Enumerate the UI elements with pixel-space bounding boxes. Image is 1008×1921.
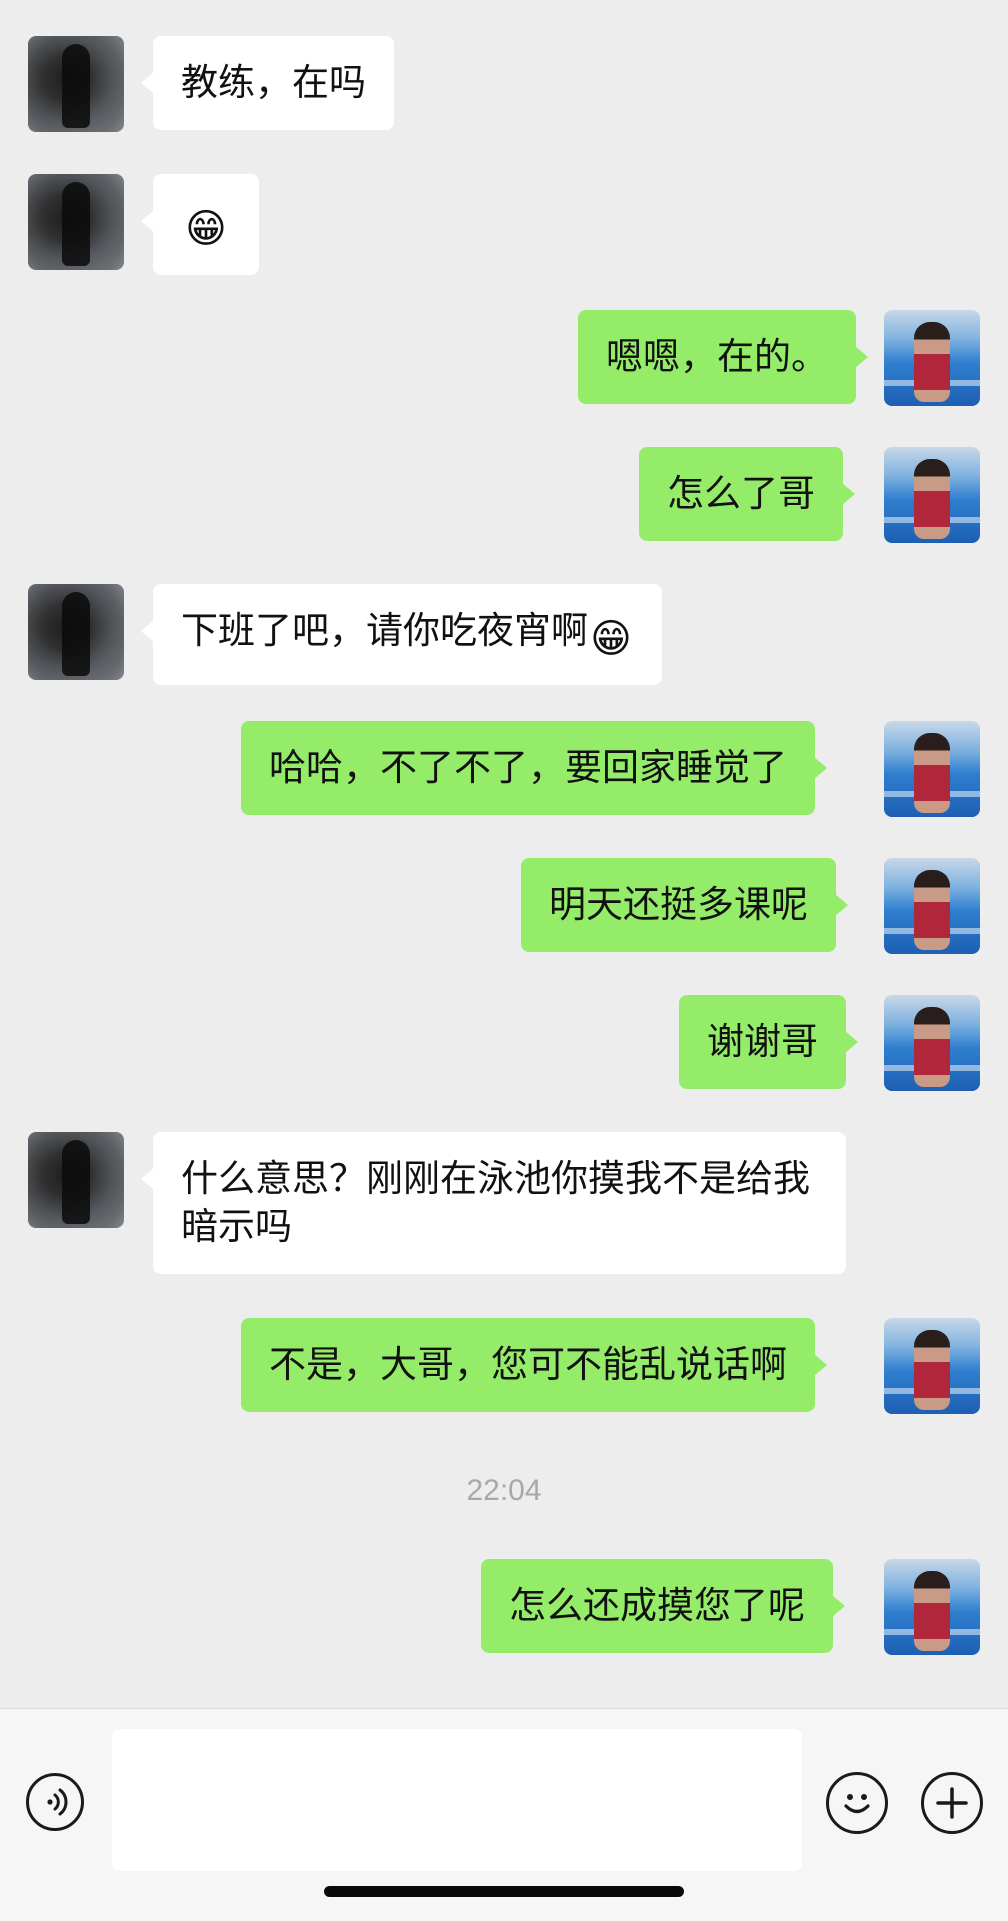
emoji-icon [844,1794,870,1814]
message-text: 怎么还成摸您了呢 [509,1585,805,1626]
message-bubble-sent[interactable]: 怎么还成摸您了呢 [481,1559,845,1653]
chat-area: 教练，在吗 😁 嗯嗯，在的。 怎么了哥 下班了吧，请你吃夜宵啊😁 哈哈，不了不了… [0,0,1008,1708]
self-avatar[interactable] [884,447,980,543]
message-timestamp: 22:04 [466,1474,542,1507]
message-text: 什么意思？刚刚在泳池你摸我不是给我暗示吗 [181,1158,810,1247]
voice-button[interactable] [26,1773,84,1831]
message-text: 谢谢哥 [707,1021,818,1062]
message-bubble-sent[interactable]: 明天还挺多课呢 [521,858,848,952]
home-indicator[interactable] [324,1886,684,1897]
message-text: 教练，在吗 [181,62,366,103]
contact-avatar[interactable] [28,174,124,270]
message-bubble-sent[interactable]: 怎么了哥 [639,447,855,541]
grin-emoji: 😁 [185,207,227,251]
contact-avatar[interactable] [28,36,124,132]
contact-avatar[interactable] [28,584,124,680]
message-text: 怎么了哥 [667,473,815,514]
message-bubble-received[interactable]: 😁 [141,174,259,275]
message-text: 明天还挺多课呢 [549,884,808,925]
message-text: 不是，大哥，您可不能乱说话啊 [269,1344,787,1385]
emoji-button[interactable] [826,1772,888,1834]
message-bubble-received[interactable]: 下班了吧，请你吃夜宵啊😁 [141,584,662,685]
message-text: 下班了吧，请你吃夜宵啊 [181,610,588,651]
message-text: 嗯嗯，在的。 [606,336,828,377]
self-avatar[interactable] [884,1559,980,1655]
self-avatar[interactable] [884,858,980,954]
message-bubble-sent[interactable]: 谢谢哥 [679,995,858,1089]
self-avatar[interactable] [884,310,980,406]
plus-button[interactable] [921,1772,983,1834]
voice-icon [47,1788,68,1816]
self-avatar[interactable] [884,1318,980,1414]
message-bubble-received[interactable]: 教练，在吗 [141,36,394,130]
self-avatar[interactable] [884,995,980,1091]
self-avatar[interactable] [884,721,980,817]
message-bubble-received[interactable]: 什么意思？刚刚在泳池你摸我不是给我暗示吗 [141,1132,846,1274]
contact-avatar[interactable] [28,1132,124,1228]
message-bubble-sent[interactable]: 不是，大哥，您可不能乱说话啊 [241,1318,827,1412]
grin-emoji: 😁 [590,617,632,661]
message-input[interactable] [112,1729,802,1871]
message-text: 哈哈，不了不了，要回家睡觉了 [269,747,787,788]
message-bubble-sent[interactable]: 哈哈，不了不了，要回家睡觉了 [241,721,827,815]
message-bubble-sent[interactable]: 嗯嗯，在的。 [578,310,868,404]
plus-icon [936,1787,968,1819]
